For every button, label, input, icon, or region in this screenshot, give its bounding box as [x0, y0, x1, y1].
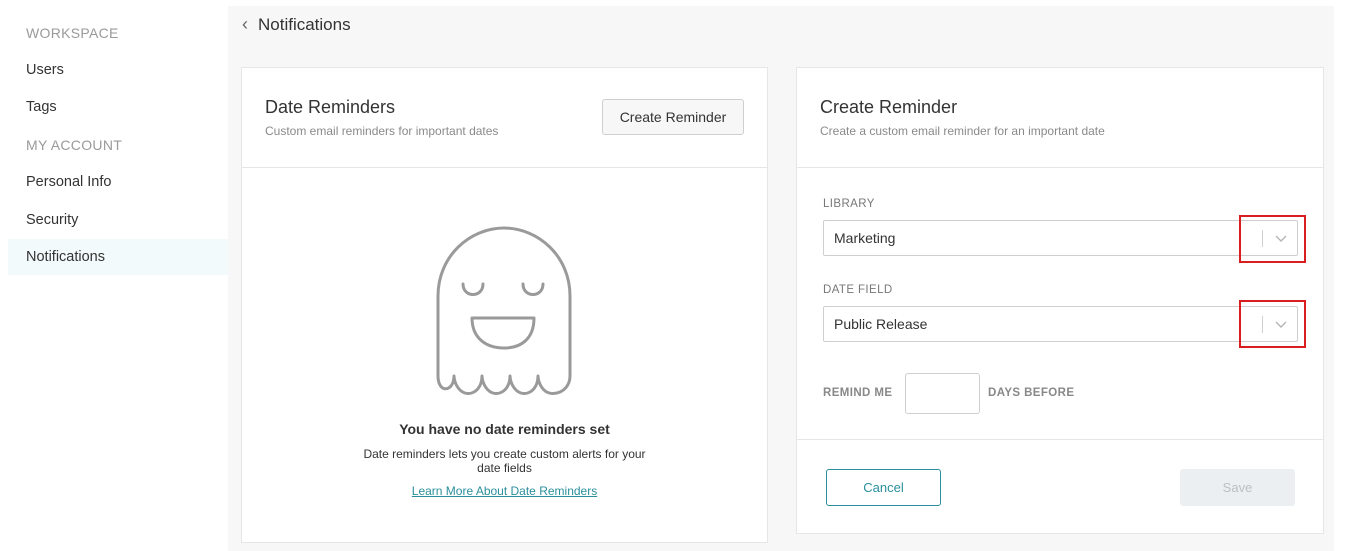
sidebar-section-workspace: WORKSPACE: [26, 25, 119, 41]
divider: [797, 167, 1323, 168]
sidebar-item-tags[interactable]: Tags: [8, 89, 228, 125]
sidebar-item-notifications[interactable]: Notifications: [8, 239, 228, 275]
days-before-input[interactable]: [905, 373, 980, 414]
date-field-label: DATE FIELD: [823, 284, 893, 296]
days-before-label: DAYS BEFORE: [988, 387, 1075, 399]
sidebar-section-my-account: MY ACCOUNT: [26, 137, 123, 153]
date-reminders-title: Date Reminders: [265, 97, 396, 117]
cancel-button[interactable]: Cancel: [826, 469, 941, 506]
sidebar-item-users[interactable]: Users: [8, 52, 228, 88]
library-select[interactable]: Marketing: [823, 220, 1298, 256]
create-reminder-subtitle: Create a custom email reminder for an im…: [820, 124, 1105, 138]
highlight-box-date-field-dropdown: [1239, 300, 1306, 348]
date-reminders-subtitle: Custom email reminders for important dat…: [265, 124, 499, 138]
highlight-box-library-dropdown: [1239, 215, 1306, 263]
sidebar-item-security[interactable]: Security: [8, 202, 228, 238]
library-label: LIBRARY: [823, 198, 875, 210]
date-field-select[interactable]: Public Release: [823, 306, 1298, 342]
library-select-value: Marketing: [834, 230, 896, 246]
date-reminders-card: Date Reminders Custom email reminders fo…: [241, 67, 768, 543]
divider: [797, 439, 1323, 440]
empty-state-title: You have no date reminders set: [399, 421, 610, 437]
back-navigation[interactable]: ‹ Notifications: [242, 14, 351, 35]
ghost-icon: [436, 226, 572, 395]
remind-me-label: REMIND ME: [823, 387, 893, 399]
date-field-select-value: Public Release: [834, 316, 928, 332]
save-button[interactable]: Save: [1180, 469, 1295, 506]
create-reminder-title: Create Reminder: [820, 97, 958, 117]
create-reminder-button[interactable]: Create Reminder: [602, 99, 744, 135]
create-reminder-card: Create Reminder Create a custom email re…: [796, 67, 1324, 534]
chevron-left-icon[interactable]: ‹: [242, 14, 248, 35]
divider: [242, 167, 767, 168]
learn-more-link[interactable]: Learn More About Date Reminders: [242, 484, 767, 498]
page-title: Notifications: [258, 14, 351, 34]
empty-state-description: Date reminders lets you create custom al…: [363, 447, 646, 475]
sidebar-item-personal-info[interactable]: Personal Info: [8, 164, 228, 200]
sidebar: WORKSPACE Users Tags MY ACCOUNT Personal…: [0, 0, 228, 551]
